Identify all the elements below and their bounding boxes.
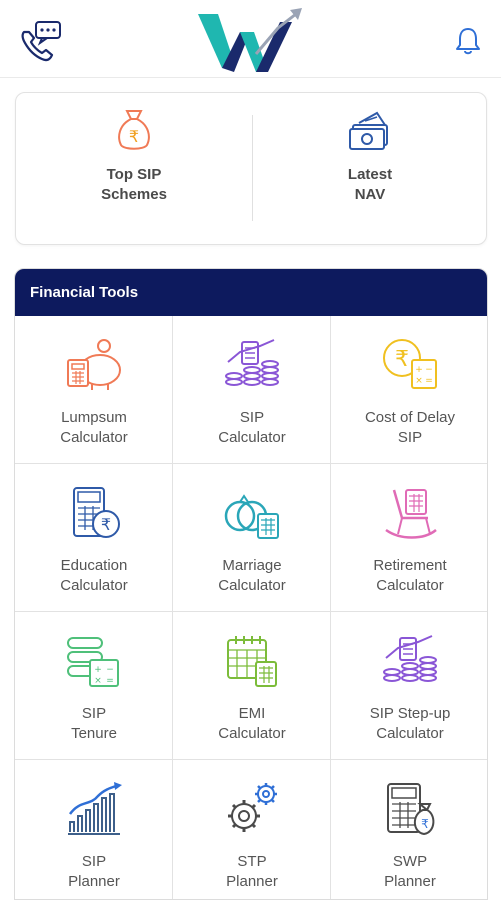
rocking-chair-icon xyxy=(385,489,437,539)
calculator-coins-icon xyxy=(225,339,279,386)
svg-text:=: = xyxy=(106,676,114,686)
svg-text:₹: ₹ xyxy=(395,347,409,372)
svg-text:+: + xyxy=(415,365,423,375)
tool-label-line2: Planner xyxy=(68,873,120,890)
svg-text:₹: ₹ xyxy=(101,515,111,534)
tool-label-line1: SIP xyxy=(81,705,107,722)
quick-link-label-line2: Schemes xyxy=(101,186,167,203)
phone-chat-icon[interactable] xyxy=(18,20,64,62)
tool-label-line1: Retirement xyxy=(373,557,447,574)
tool-label-line1: SIP Step-up xyxy=(369,705,451,722)
svg-text:₹: ₹ xyxy=(129,127,139,146)
tool-label-line1: STP xyxy=(237,853,267,870)
tool-label-line1: Lumpsum xyxy=(61,409,127,426)
tool-label-line2: Calculator xyxy=(218,577,286,594)
rupee-calculator-icon: ₹ + − × = xyxy=(383,339,437,389)
cash-stack-icon xyxy=(349,111,388,150)
tool-stp-planner[interactable]: STP Planner xyxy=(173,760,331,899)
tool-label-line2: Calculator xyxy=(60,577,128,594)
tool-label-line1: Marriage xyxy=(222,557,282,574)
calendar-calculator-icon xyxy=(227,636,277,687)
quick-links-card: ₹ Top SIP Schemes Latest NAV xyxy=(15,92,487,245)
tool-label-line2: Calculator xyxy=(218,725,286,742)
tool-label-line2: Planner xyxy=(384,873,436,890)
tool-label-line1: EMI xyxy=(238,705,266,722)
tool-sip-calculator[interactable]: SIP Calculator xyxy=(173,316,331,464)
tool-label-line1: SIP xyxy=(81,853,107,870)
quick-link-label-line1: Top SIP xyxy=(106,166,162,183)
tool-swp-planner[interactable]: ₹ SWP Planner xyxy=(331,760,487,899)
svg-text:+: + xyxy=(94,665,102,675)
tool-label-line2: Calculator xyxy=(60,429,128,446)
tool-label-line2: Calculator xyxy=(218,429,286,446)
quick-link-label-line2: NAV xyxy=(354,186,386,203)
tool-cost-of-delay-sip[interactable]: ₹ + − × = Cost of Delay SIP xyxy=(331,316,487,464)
money-bag-rupee-icon: ₹ xyxy=(118,110,150,150)
tool-label-line1: Cost of Delay xyxy=(364,409,456,426)
svg-text:×: × xyxy=(415,376,423,386)
tool-label-line2: Planner xyxy=(226,873,278,890)
tool-sip-planner[interactable]: SIP Planner xyxy=(15,760,173,899)
tool-label-line2: Calculator xyxy=(376,577,444,594)
tool-label-line2: SIP xyxy=(397,429,423,446)
calculator-money-bag-icon: ₹ xyxy=(387,783,435,836)
education-calculator-icon: ₹ xyxy=(73,487,120,538)
tool-label-line2: Calculator xyxy=(376,725,444,742)
growth-bars-icon xyxy=(68,782,122,835)
rings-calculator-icon xyxy=(224,494,279,539)
quick-link-label-line1: Latest xyxy=(347,166,393,183)
financial-tools-title: Financial Tools xyxy=(15,269,487,316)
piggy-bank-icon xyxy=(67,339,121,390)
tenure-calculator-icon: + − × = xyxy=(67,637,119,687)
svg-text:×: × xyxy=(94,676,102,686)
tool-marriage-calculator[interactable]: Marriage Calculator xyxy=(173,464,331,612)
tool-lumpsum-calculator[interactable]: Lumpsum Calculator xyxy=(15,316,173,464)
tool-label-line2: Tenure xyxy=(71,725,117,742)
tool-sip-step-up-calculator[interactable]: SIP Step-up Calculator xyxy=(331,612,487,760)
tool-education-calculator[interactable]: ₹ Education Calculator xyxy=(15,464,173,612)
bell-icon[interactable] xyxy=(454,26,482,56)
tool-retirement-calculator[interactable]: Retirement Calculator xyxy=(331,464,487,612)
financial-tools-panel: Financial Tools Lumpsum Calculator SIP C… xyxy=(14,268,488,900)
tool-label-line1: SWP xyxy=(392,853,428,870)
brand-w-logo xyxy=(198,8,302,72)
step-up-coins-icon xyxy=(383,635,437,682)
svg-text:=: = xyxy=(425,376,433,386)
app-header xyxy=(0,0,501,78)
svg-text:₹: ₹ xyxy=(421,817,429,831)
svg-text:−: − xyxy=(106,665,114,675)
tool-label-line1: SIP xyxy=(239,409,265,426)
top-sip-schemes-link[interactable]: ₹ Top SIP Schemes xyxy=(16,93,252,246)
tool-sip-tenure[interactable]: + − × = SIP Tenure xyxy=(15,612,173,760)
svg-text:−: − xyxy=(425,365,433,375)
gears-icon xyxy=(228,783,277,832)
tool-emi-calculator[interactable]: EMI Calculator xyxy=(173,612,331,760)
latest-nav-link[interactable]: Latest NAV xyxy=(252,93,488,246)
tool-label-line1: Education xyxy=(60,557,128,574)
